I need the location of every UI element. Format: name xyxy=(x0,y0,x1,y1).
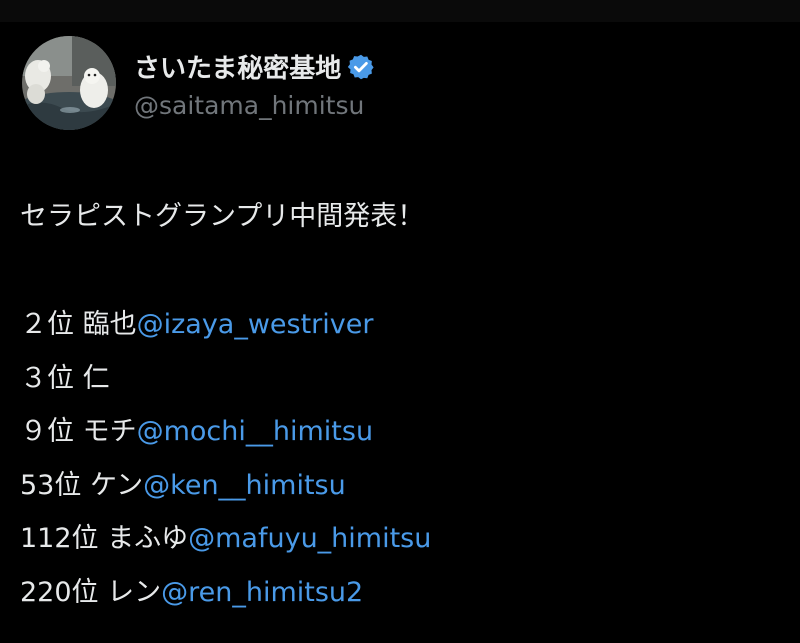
post-headline: セラピストグランプリ中間発表！ xyxy=(20,201,425,232)
display-name[interactable]: さいたま秘密基地 xyxy=(134,48,341,85)
rank-label: ９位 xyxy=(20,416,83,447)
rank-label: 53位 xyxy=(20,469,90,501)
ranking-line: 53位 ケン@ken__himitsu xyxy=(20,459,780,513)
author-handle[interactable]: @saitama_himitsu xyxy=(134,91,375,120)
author-names: さいたま秘密基地 @saitama_himitsu xyxy=(134,47,375,120)
mention-link[interactable]: @ken__himitsu xyxy=(143,470,346,501)
mention-link[interactable]: @mafuyu_himitsu xyxy=(188,523,431,554)
display-name-row: さいたま秘密基地 xyxy=(134,47,375,87)
avatar[interactable] xyxy=(22,36,116,130)
ranking-line: ９位 モチ@mochi__himitsu xyxy=(20,405,780,459)
top-bar xyxy=(0,0,800,22)
therapist-name: 仁 xyxy=(82,362,110,394)
mention-link[interactable]: @izaya_westriver xyxy=(137,309,374,340)
therapist-name: モチ xyxy=(82,416,137,447)
rank-label: ３位 xyxy=(20,362,83,394)
ranking-line: ３位 仁 xyxy=(20,352,780,406)
rank-label: 220位 xyxy=(20,576,108,608)
ranking-line: 112位 まふゆ@mafuyu_himitsu xyxy=(20,512,780,566)
rank-label: ２位 xyxy=(20,309,83,340)
post-header: さいたま秘密基地 @saitama_himitsu xyxy=(22,36,375,130)
mention-link[interactable]: @ren_himitsu2 xyxy=(161,577,363,608)
therapist-name: ケン xyxy=(89,469,144,501)
therapist-name: まふゆ xyxy=(107,523,189,554)
verified-badge-icon xyxy=(347,53,375,81)
rank-label: 112位 xyxy=(20,523,108,554)
ranking-line: 220位 レン@ren_himitsu2 xyxy=(20,566,780,620)
ranking-line: ２位 臨也@izaya_westriver xyxy=(20,298,780,352)
post-body: セラピストグランプリ中間発表！ ２位 臨也@izaya_westriver ３位… xyxy=(20,190,780,619)
therapist-name: レン xyxy=(107,576,162,608)
therapist-name: 臨也 xyxy=(82,309,137,340)
avatar-photo-icon xyxy=(22,36,116,130)
mention-link[interactable]: @mochi__himitsu xyxy=(137,416,373,447)
